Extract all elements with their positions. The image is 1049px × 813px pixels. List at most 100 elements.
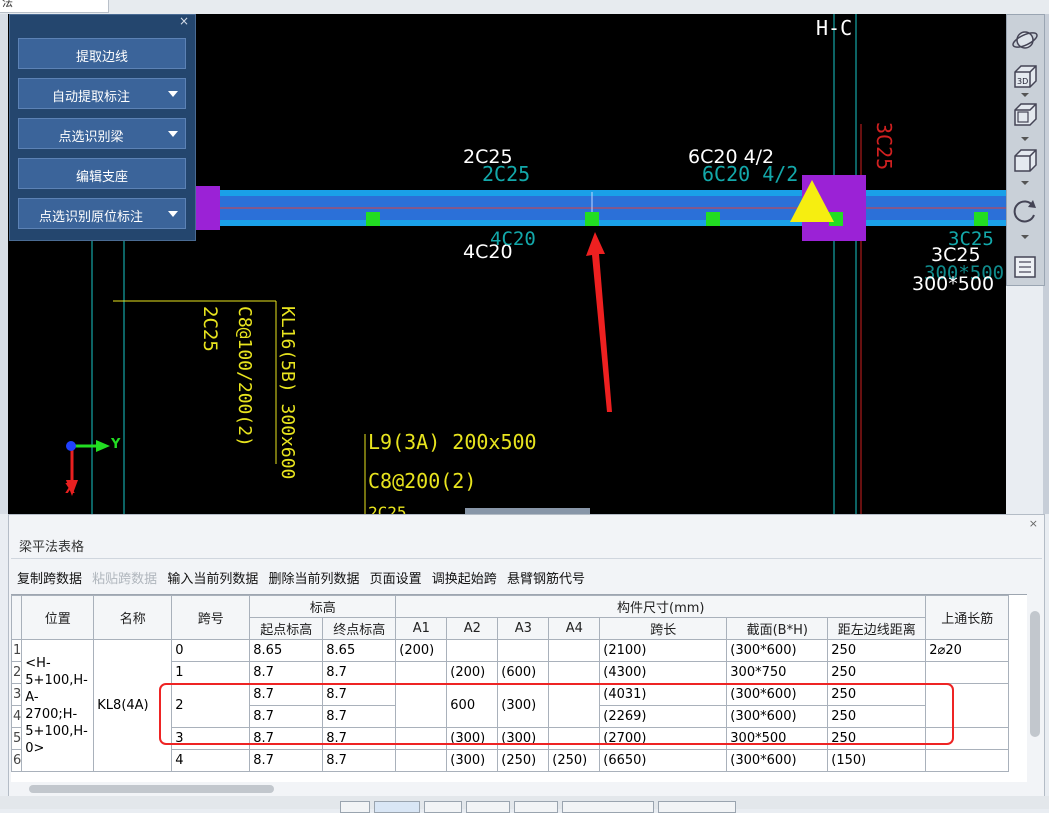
row-number: 3 <box>11 683 22 706</box>
status-tab[interactable] <box>562 801 654 813</box>
col-header-elevation[interactable]: 标高 <box>249 595 397 618</box>
copy-span-data-button[interactable]: 复制跨数据 <box>17 572 82 587</box>
label-right-300: 300*500 <box>912 273 995 295</box>
table-panel-title: 梁平法表格 <box>19 540 85 555</box>
status-tab[interactable] <box>340 801 370 813</box>
table-panel-close-icon[interactable]: × <box>1029 517 1038 530</box>
orbit-icon[interactable] <box>1011 25 1039 53</box>
status-tab[interactable] <box>374 801 420 813</box>
col-header-span-length[interactable]: 跨长 <box>599 617 728 640</box>
cell-a4[interactable]: (250) <box>548 749 601 772</box>
col-header-name[interactable]: 名称 <box>93 595 173 640</box>
cell-a2[interactable] <box>446 639 499 662</box>
chevron-down-icon[interactable] <box>168 131 178 137</box>
input-column-data-button[interactable]: 输入当前列数据 <box>167 572 258 587</box>
chevron-down-icon[interactable] <box>168 211 178 217</box>
horizontal-scrollbar[interactable] <box>29 785 274 793</box>
cell-section[interactable]: (300*600) <box>726 639 829 662</box>
extract-edges-label: 提取边线 <box>75 50 128 65</box>
chevron-down-icon[interactable] <box>1021 181 1029 185</box>
input-fragment[interactable]: 法 <box>0 0 109 13</box>
pick-identify-inplace-button[interactable]: 点选识别原位标注 <box>18 198 186 229</box>
cell-a3[interactable]: (250) <box>497 749 550 772</box>
col-header-a1[interactable]: A1 <box>395 617 448 640</box>
col-header-position[interactable]: 位置 <box>21 595 95 640</box>
cell-section[interactable]: 300*750 <box>726 661 829 684</box>
properties-icon[interactable] <box>1011 253 1039 281</box>
swap-start-span-button[interactable]: 调换起始跨 <box>432 572 497 587</box>
cell-span[interactable]: 1 <box>171 661 251 684</box>
cell-a4[interactable] <box>548 639 601 662</box>
status-tab[interactable] <box>424 801 462 813</box>
cell-span[interactable]: 4 <box>171 749 251 772</box>
chevron-down-icon[interactable] <box>1021 235 1029 239</box>
col-header-dims[interactable]: 构件尺寸(mm) <box>395 595 927 618</box>
auto-extract-labels-label: 自动提取标注 <box>51 90 130 105</box>
label-top-6c20-ghost: 6C20 4/2 <box>702 162 799 186</box>
paste-span-data-button: 粘贴跨数据 <box>92 572 158 587</box>
beam-table-panel: × 梁平法表格 复制跨数据 粘贴跨数据 输入当前列数据 删除当前列数据 页面设置… <box>8 514 1045 797</box>
vertical-scrollbar[interactable] <box>1030 611 1040 737</box>
cell-a4[interactable] <box>548 661 601 684</box>
cell-span-length[interactable]: (6650) <box>599 749 728 772</box>
cantilever-rebar-code-button[interactable]: 悬臂钢筋代号 <box>507 572 585 587</box>
chevron-down-icon[interactable] <box>168 91 178 97</box>
top-view-icon[interactable] <box>1011 101 1039 129</box>
col-header-a2[interactable]: A2 <box>446 617 499 640</box>
status-tab[interactable] <box>466 801 510 813</box>
rotate-icon[interactable] <box>1011 197 1039 225</box>
cell-a2[interactable]: (200) <box>446 661 499 684</box>
cell-top-rebar[interactable] <box>925 749 1010 772</box>
cell-left-distance[interactable]: 250 <box>827 661 927 684</box>
ucs-x-label: X <box>65 482 76 497</box>
page-setup-button[interactable]: 页面设置 <box>370 572 422 587</box>
col-header-span[interactable]: 跨号 <box>171 595 251 640</box>
chevron-down-icon[interactable] <box>1021 93 1029 97</box>
grip-2 <box>585 212 599 226</box>
cell-top-rebar[interactable] <box>925 661 1010 684</box>
recognition-panel: × 提取边线 自动提取标注 点选识别梁 编辑支座 点选识别原位标注 <box>9 14 196 241</box>
3d-view-icon[interactable]: 3D <box>1011 63 1039 91</box>
cell-a3[interactable] <box>497 639 550 662</box>
col-header-start-elev[interactable]: 起点标高 <box>249 617 324 640</box>
cell-end-elev[interactable]: 8.7 <box>322 749 397 772</box>
cell-start-elev[interactable]: 8.7 <box>249 749 324 772</box>
pick-identify-inplace-label: 点选识别原位标注 <box>38 210 143 225</box>
cell-end-elev[interactable]: 8.65 <box>322 639 397 662</box>
cell-start-elev[interactable]: 8.65 <box>249 639 324 662</box>
cell-a2[interactable]: (300) <box>446 749 499 772</box>
col-header-top-rebar[interactable]: 上通长筋 <box>925 595 1010 640</box>
cell-a1[interactable]: (200) <box>395 639 448 662</box>
cell-a3[interactable]: (600) <box>497 661 550 684</box>
cell-start-elev[interactable]: 8.7 <box>249 661 324 684</box>
col-header-end-elev[interactable]: 终点标高 <box>322 617 397 640</box>
box-view-icon[interactable] <box>1011 147 1039 175</box>
cell-top-rebar[interactable]: 2⌀20 <box>925 639 1010 662</box>
cell-left-distance[interactable]: 250 <box>827 639 927 662</box>
row-number-header <box>11 595 23 640</box>
pick-identify-beam-button[interactable]: 点选识别梁 <box>18 118 186 149</box>
col-header-left-distance[interactable]: 距左边线距离 <box>827 617 927 640</box>
ucs-y-label: Y <box>111 437 121 452</box>
panel-close-icon[interactable]: × <box>179 14 189 28</box>
col-header-a3[interactable]: A3 <box>497 617 550 640</box>
cell-span-length[interactable]: (2100) <box>599 639 728 662</box>
cell-left-distance[interactable]: (150) <box>827 749 927 772</box>
col-header-section[interactable]: 截面(B*H) <box>726 617 829 640</box>
table-row[interactable]: 1 <H-5+100,H-A-2700;H-5+100,H-0> KL8(4A)… <box>11 639 1010 772</box>
cell-a1[interactable] <box>395 749 448 772</box>
cell-position[interactable]: <H-5+100,H-A-2700;H-5+100,H-0> <box>21 639 95 772</box>
extract-edges-button[interactable]: 提取边线 <box>18 38 186 69</box>
status-tab[interactable] <box>514 801 558 813</box>
delete-column-data-button[interactable]: 删除当前列数据 <box>268 572 359 587</box>
auto-extract-labels-button[interactable]: 自动提取标注 <box>18 78 186 109</box>
cell-section[interactable]: (300*600) <box>726 749 829 772</box>
cell-span[interactable]: 0 <box>171 639 251 662</box>
status-tab[interactable] <box>658 801 736 813</box>
chevron-down-icon[interactable] <box>1021 137 1029 141</box>
cell-end-elev[interactable]: 8.7 <box>322 661 397 684</box>
cell-a1[interactable] <box>395 661 448 684</box>
edit-support-button[interactable]: 编辑支座 <box>18 158 186 189</box>
cell-span-length[interactable]: (4300) <box>599 661 728 684</box>
col-header-a4[interactable]: A4 <box>548 617 601 640</box>
